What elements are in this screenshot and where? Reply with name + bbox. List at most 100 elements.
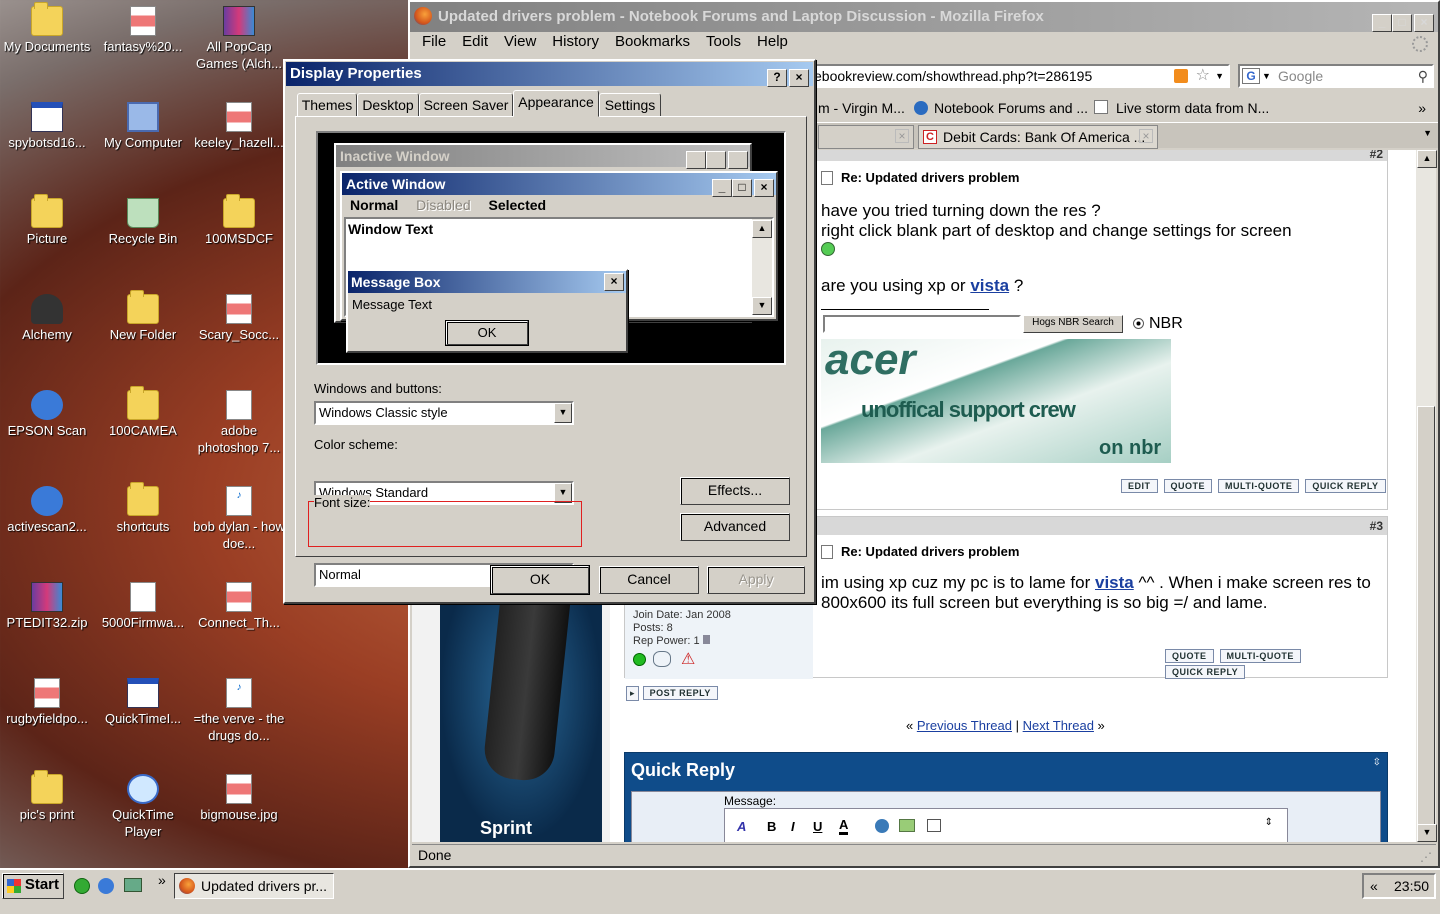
quicklaunch-overflow-icon[interactable]: » (158, 872, 166, 888)
underline-icon[interactable]: U (813, 819, 822, 834)
vertical-scrollbar[interactable]: ▲ ▼ (1416, 150, 1437, 842)
desktop-icon[interactable]: Alchemy (0, 294, 94, 343)
desktop-icon[interactable]: PTEDIT32.zip (0, 582, 94, 631)
rss-icon[interactable] (1174, 69, 1188, 83)
desktop-icon[interactable]: Connect_Th... (192, 582, 286, 631)
url-dropdown-icon[interactable]: ▼ (1215, 66, 1224, 86)
google-icon[interactable]: G (1242, 68, 1260, 84)
desktop-icon[interactable]: keeley_hazell... (192, 102, 286, 151)
desktop-icon[interactable]: ♪ =the verve - the drugs do... (192, 678, 286, 744)
reputation-icon[interactable] (653, 651, 671, 667)
tab-themes[interactable]: Themes (297, 93, 357, 117)
vista-link-2[interactable]: vista (1095, 573, 1134, 592)
desktop-icon[interactable]: EPSON Scan (0, 390, 94, 439)
nbr-radio[interactable] (1133, 318, 1144, 329)
ok-button[interactable]: OK (490, 565, 590, 595)
multi-quote-button[interactable]: MULTI-QUOTE (1218, 479, 1300, 493)
multi-quote-button[interactable]: MULTI-QUOTE (1219, 649, 1301, 663)
resize-icon[interactable]: ⇕ (1265, 817, 1273, 828)
bookmark-0[interactable]: m - Virgin M... (818, 96, 905, 120)
start-button[interactable]: Start (2, 873, 64, 899)
menu-help[interactable]: Help (757, 33, 788, 50)
close-button[interactable]: × (1414, 14, 1434, 32)
desktop-icon[interactable]: ♪ bob dylan - how doe... (192, 486, 286, 552)
tab-list-icon[interactable]: ▼ (1423, 128, 1432, 138)
bookmark-1[interactable]: Notebook Forums and ... (934, 96, 1088, 120)
maximize-button[interactable]: □ (1392, 14, 1412, 32)
taskbar-task-firefox[interactable]: Updated drivers pr... (174, 873, 334, 899)
report-post-icon[interactable]: ⚠ (681, 649, 695, 669)
next-thread-link[interactable]: Next Thread (1023, 718, 1094, 733)
bookmark-2[interactable]: Live storm data from N... (1116, 96, 1269, 120)
minimize-button[interactable]: _ (1372, 14, 1392, 32)
quick-reply-button[interactable]: QUICK REPLY (1165, 665, 1246, 679)
search-go-icon[interactable]: ⚲ (1418, 66, 1428, 86)
tab-settings[interactable]: Settings (599, 93, 661, 117)
desktop-icon[interactable]: 5000Firmwa... (96, 582, 190, 631)
tray-expand-icon[interactable]: « (1370, 875, 1378, 897)
desktop-icon[interactable]: 100MSDCF (192, 194, 286, 247)
menu-bookmarks[interactable]: Bookmarks (615, 33, 690, 50)
bold-icon[interactable]: B (767, 819, 776, 834)
quicklaunch-ie-icon[interactable] (98, 878, 114, 894)
menu-edit[interactable]: Edit (462, 33, 488, 50)
hogs-search-button[interactable]: Hogs NBR Search (1023, 315, 1123, 333)
desktop-icon[interactable]: Scary_Socc... (192, 294, 286, 343)
desktop-icon[interactable]: pic's print (0, 770, 94, 823)
windows-buttons-select[interactable]: Windows Classic style ▼ (314, 401, 574, 425)
tab-close-icon[interactable]: × (1139, 129, 1153, 143)
desktop-icon[interactable]: adobe photoshop 7... (192, 390, 286, 456)
resize-grip-icon[interactable]: ⋰ (1420, 847, 1432, 867)
tab-screen-saver[interactable]: Screen Saver (419, 93, 513, 117)
quote-button[interactable]: QUOTE (1165, 649, 1214, 663)
tab-close-icon[interactable]: × (895, 129, 909, 143)
remove-format-icon[interactable]: A (737, 819, 746, 834)
desktop-icon[interactable]: New Folder (96, 290, 190, 343)
desktop-icon[interactable]: My Computer (96, 102, 190, 151)
engine-dropdown-icon[interactable]: ▼ (1262, 66, 1271, 86)
desktop-icon[interactable]: spybotsd16... (0, 102, 94, 151)
dropdown-arrow-icon[interactable]: ▼ (554, 403, 572, 423)
tab-appearance[interactable]: Appearance (513, 90, 599, 117)
scroll-thumb[interactable] (1417, 406, 1435, 828)
vista-link[interactable]: vista (970, 276, 1009, 295)
desktop-icon[interactable]: QuickTime Player (96, 774, 190, 840)
quote-icon[interactable] (927, 819, 941, 832)
quicklaunch-torrent-icon[interactable] (74, 878, 90, 894)
quicklaunch-desktop-icon[interactable] (124, 878, 142, 892)
dialog-close-button[interactable]: × (789, 69, 809, 87)
collapse-icon[interactable]: ⇳ (1373, 757, 1381, 768)
previous-thread-link[interactable]: Previous Thread (917, 718, 1012, 733)
nbr-search-input[interactable] (823, 315, 1021, 333)
scroll-up-button[interactable]: ▲ (1417, 150, 1437, 168)
acer-banner[interactable]: acer unoffical support crew on nbr (821, 339, 1171, 463)
scroll-down-button[interactable]: ▼ (1417, 824, 1437, 842)
desktop-icon[interactable]: fantasy%20... (96, 6, 190, 55)
post-reply-button[interactable]: ▸ POST REPLY (626, 684, 718, 701)
advanced-button[interactable]: Advanced (680, 513, 790, 541)
desktop-icon[interactable]: shortcuts (96, 482, 190, 535)
search-bar[interactable]: G ▼ Google ⚲ (1238, 64, 1434, 88)
quote-button[interactable]: QUOTE (1163, 479, 1213, 493)
menu-view[interactable]: View (504, 33, 536, 50)
menu-tools[interactable]: Tools (706, 33, 741, 50)
tab-desktop[interactable]: Desktop (357, 93, 419, 117)
effects-button[interactable]: Effects... (680, 477, 790, 505)
desktop-icon[interactable]: QuickTimeI... (96, 678, 190, 727)
cancel-button[interactable]: Cancel (599, 566, 699, 594)
tab-bank-of-america[interactable]: C Debit Cards: Bank Of America ... × (918, 125, 1158, 149)
quick-reply-button[interactable]: QUICK REPLY (1305, 479, 1386, 493)
desktop-icon[interactable]: bigmouse.jpg (192, 774, 286, 823)
tab-current[interactable]: × (818, 125, 914, 149)
desktop-icon[interactable]: rugbyfieldpo... (0, 678, 94, 727)
desktop-icon[interactable]: Recycle Bin (96, 198, 190, 247)
desktop-icon[interactable]: activescan2... (0, 486, 94, 535)
desktop-icon[interactable]: All PopCap Games (Alch... (192, 6, 286, 72)
bookmarks-overflow-icon[interactable]: » (1418, 96, 1426, 120)
font-color-icon[interactable]: A (839, 817, 849, 835)
desktop-icon[interactable]: 100CAMEA (96, 386, 190, 439)
menu-file[interactable]: File (422, 33, 446, 50)
insert-link-icon[interactable] (875, 819, 889, 833)
insert-image-icon[interactable] (899, 819, 915, 832)
edit-button[interactable]: EDIT (1121, 479, 1158, 493)
